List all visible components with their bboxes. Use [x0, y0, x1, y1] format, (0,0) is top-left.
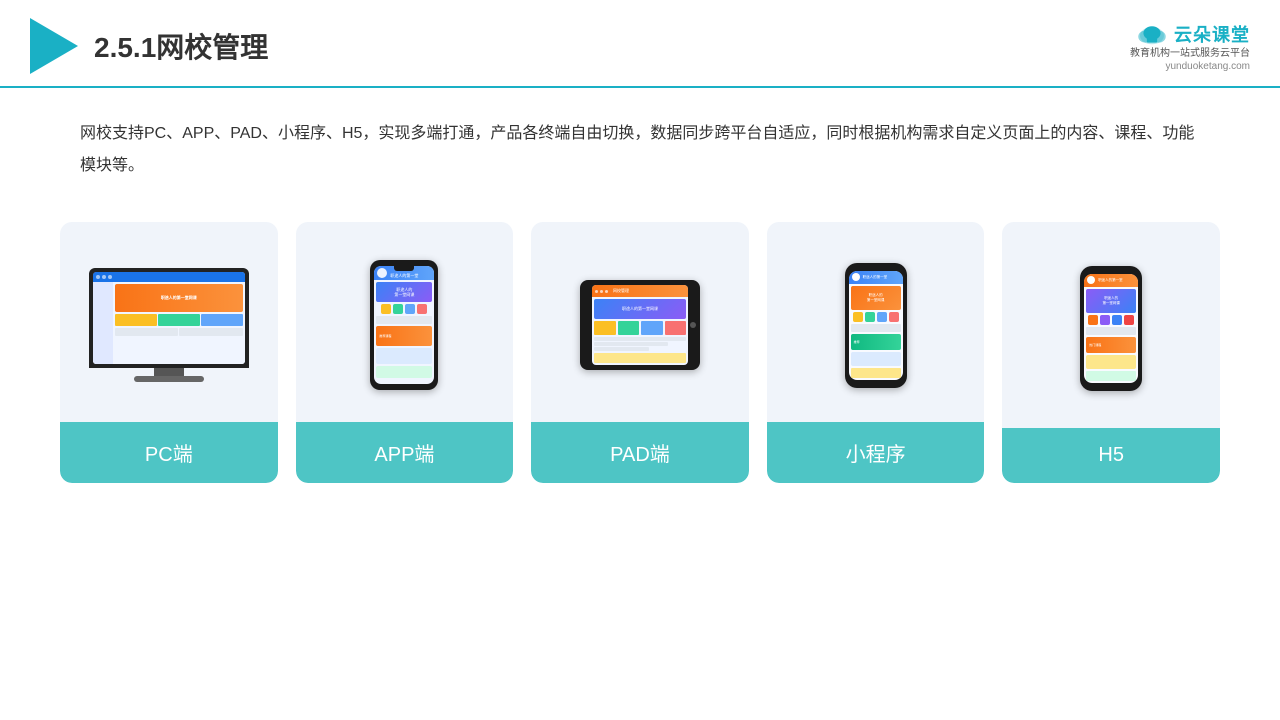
brand-name: 云朵课堂 — [1174, 21, 1250, 47]
card-miniapp-image: 职途人的第一堂 职途人的第一堂网课 — [767, 222, 985, 422]
pad-mockup: 网校管理 职途人的第一堂网课 — [580, 280, 700, 370]
card-pc-image: 职途人的第一堂网课 — [60, 222, 278, 422]
phone-mockup-h5: 职途人的第一堂 职途人的第一堂网课 — [1080, 266, 1142, 391]
card-pad-label: PAD端 — [531, 422, 749, 483]
card-h5: 职途人的第一堂 职途人的第一堂网课 — [1002, 222, 1220, 483]
card-h5-label: H5 — [1002, 428, 1220, 483]
pc-base — [134, 376, 204, 382]
card-pad: 网校管理 职途人的第一堂网课 — [531, 222, 749, 483]
mini-phone-notch-miniapp — [867, 267, 885, 271]
pad-outer: 网校管理 职途人的第一堂网课 — [580, 280, 700, 370]
card-pc-label: PC端 — [60, 422, 278, 483]
phone-mockup-app: 职途人的第一堂 职途人的第一堂网课 — [370, 260, 438, 390]
card-pc: 职途人的第一堂网课 — [60, 222, 278, 483]
phone-mockup-miniapp: 职途人的第一堂 职途人的第一堂网课 — [845, 263, 907, 388]
description: 网校支持PC、APP、PAD、小程序、H5，实现多端打通，产品各终端自由切换，数… — [0, 88, 1280, 202]
pad-screen: 网校管理 职途人的第一堂网课 — [592, 285, 688, 365]
card-miniapp-label: 小程序 — [767, 422, 985, 483]
pc-screen-outer: 职途人的第一堂网课 — [89, 268, 249, 368]
card-miniapp: 职途人的第一堂 职途人的第一堂网课 — [767, 222, 985, 483]
mini-phone-outer-h5: 职途人的第一堂 职途人的第一堂网课 — [1080, 266, 1142, 391]
cloud-icon — [1134, 22, 1170, 46]
logo-triangle-icon — [30, 18, 78, 74]
brand-tagline: 教育机构一站式服务云平台 yunduoketang.com — [1130, 47, 1250, 72]
page-title: 2.5.1网校管理 — [94, 26, 268, 66]
pc-screen-inner: 职途人的第一堂网课 — [93, 272, 245, 364]
header-right: 云朵课堂 教育机构一站式服务云平台 yunduoketang.com — [1130, 21, 1250, 72]
card-h5-image: 职途人的第一堂 职途人的第一堂网课 — [1002, 222, 1220, 428]
header-left: 2.5.1网校管理 — [30, 18, 268, 74]
pc-stand — [154, 368, 184, 376]
header: 2.5.1网校管理 云朵课堂 教育机构一站式服务云平台 yunduoketang… — [0, 0, 1280, 88]
card-app-image: 职途人的第一堂 职途人的第一堂网课 — [296, 222, 514, 422]
brand-cloud: 云朵课堂 — [1134, 21, 1250, 47]
card-app: 职途人的第一堂 职途人的第一堂网课 — [296, 222, 514, 483]
mini-phone-screen-miniapp: 职途人的第一堂 职途人的第一堂网课 — [849, 271, 903, 380]
phone-notch-app — [394, 266, 414, 271]
mini-phone-outer-miniapp: 职途人的第一堂 职途人的第一堂网课 — [845, 263, 907, 388]
pc-mockup: 职途人的第一堂网课 — [89, 268, 249, 382]
card-app-label: APP端 — [296, 422, 514, 483]
phone-outer-app: 职途人的第一堂 职途人的第一堂网课 — [370, 260, 438, 390]
brand-url: yunduoketang.com — [1165, 61, 1250, 72]
brand-tagline-text: 教育机构一站式服务云平台 — [1130, 47, 1250, 61]
description-text: 网校支持PC、APP、PAD、小程序、H5，实现多端打通，产品各终端自由切换，数… — [80, 118, 1200, 182]
cards-container: 职途人的第一堂网课 — [0, 202, 1280, 503]
phone-screen-app: 职途人的第一堂 职途人的第一堂网课 — [374, 266, 434, 384]
brand-logo: 云朵课堂 教育机构一站式服务云平台 yunduoketang.com — [1130, 21, 1250, 72]
mini-phone-notch-h5 — [1102, 270, 1120, 274]
card-pad-image: 网校管理 职途人的第一堂网课 — [531, 222, 749, 422]
mini-phone-screen-h5: 职途人的第一堂 职途人的第一堂网课 — [1084, 274, 1138, 383]
pad-home-button — [690, 322, 696, 328]
